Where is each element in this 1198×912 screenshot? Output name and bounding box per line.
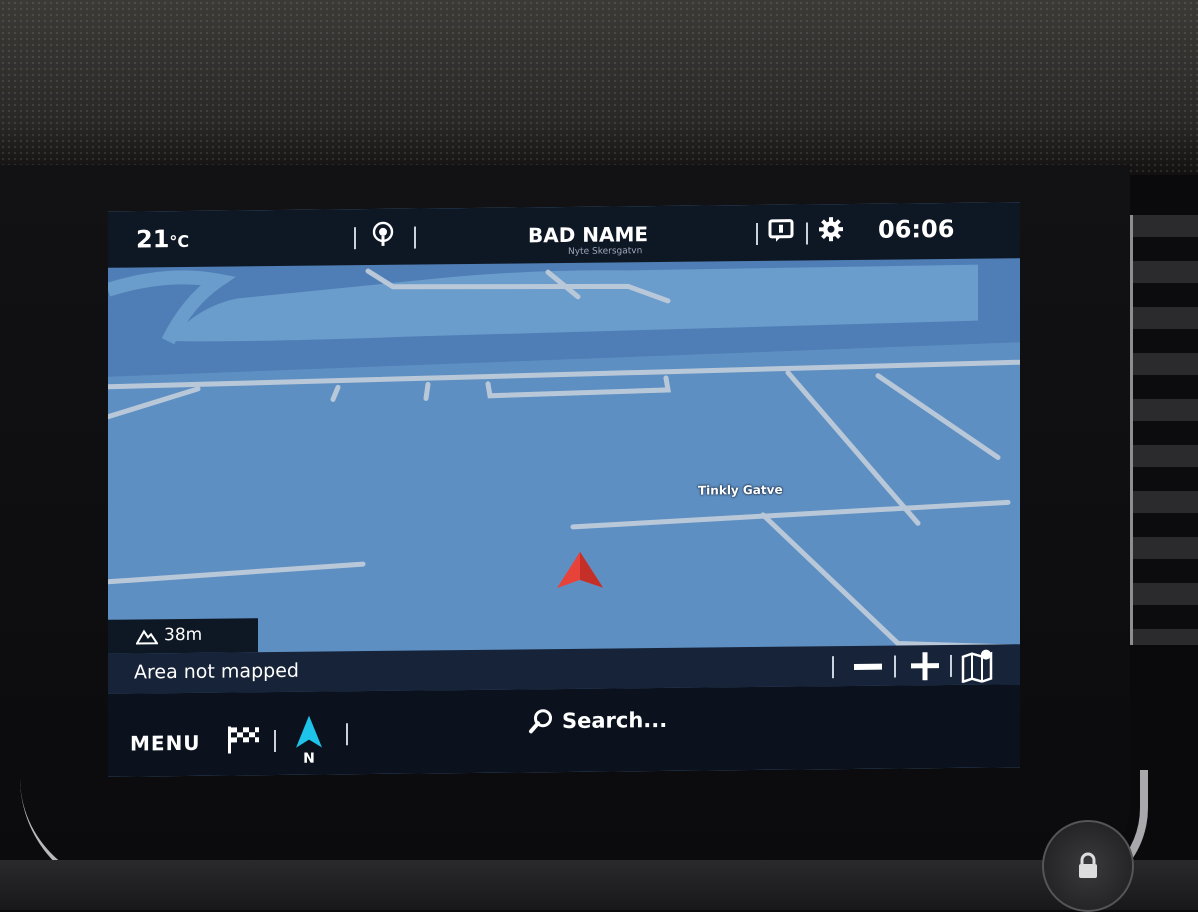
checkered-flag-icon[interactable]: [226, 724, 260, 754]
separator: [414, 226, 416, 249]
plus-icon[interactable]: [908, 649, 942, 683]
separator: [756, 222, 758, 245]
top-status-bar: 21°C BAD NAME Nyte Skersgatvn 06:06: [108, 202, 1020, 268]
separator: [950, 654, 952, 677]
lower-dashboard: [0, 860, 1198, 910]
compass-label: N: [303, 751, 315, 766]
menu-button[interactable]: MENU: [130, 731, 201, 756]
dashboard-top: [0, 0, 1198, 175]
search-label: Search...: [562, 707, 668, 734]
clock: 06:06: [878, 214, 955, 244]
gear-icon[interactable]: [818, 216, 844, 242]
separator: [806, 222, 808, 245]
north-arrow-icon[interactable]: N: [294, 714, 324, 766]
radio-icon[interactable]: [370, 221, 396, 247]
air-vent: [1130, 215, 1198, 645]
search-icon: [529, 709, 552, 734]
separator: [346, 723, 348, 746]
street-label: Tinkly Gatve: [698, 482, 783, 498]
minus-icon[interactable]: [850, 652, 886, 682]
message-icon[interactable]: [768, 219, 794, 243]
separator: [832, 656, 834, 679]
lock-icon: [1079, 852, 1097, 878]
navigation-screen: 21°C BAD NAME Nyte Skersgatvn 06:06 Tink…: [108, 202, 1020, 777]
separator: [354, 227, 356, 250]
route-subtitle: Nyte Skersgatvn: [568, 246, 643, 257]
map-status-message: Area not mapped: [134, 659, 299, 684]
route-name: BAD NAME: [528, 222, 649, 248]
separator: [894, 655, 896, 678]
vehicle-position-icon: [557, 551, 603, 589]
separator: [274, 730, 276, 753]
map-options-icon[interactable]: [960, 646, 994, 683]
mountain-icon: [136, 629, 158, 645]
altitude-value: 38m: [164, 624, 203, 646]
search-button[interactable]: Search...: [528, 702, 667, 739]
altitude-display: 38m: [108, 618, 258, 654]
lock-button[interactable]: [1042, 820, 1134, 912]
outside-temperature: 21°C: [136, 225, 190, 254]
bottom-toolbar: Search... MENU N: [108, 649, 1020, 777]
